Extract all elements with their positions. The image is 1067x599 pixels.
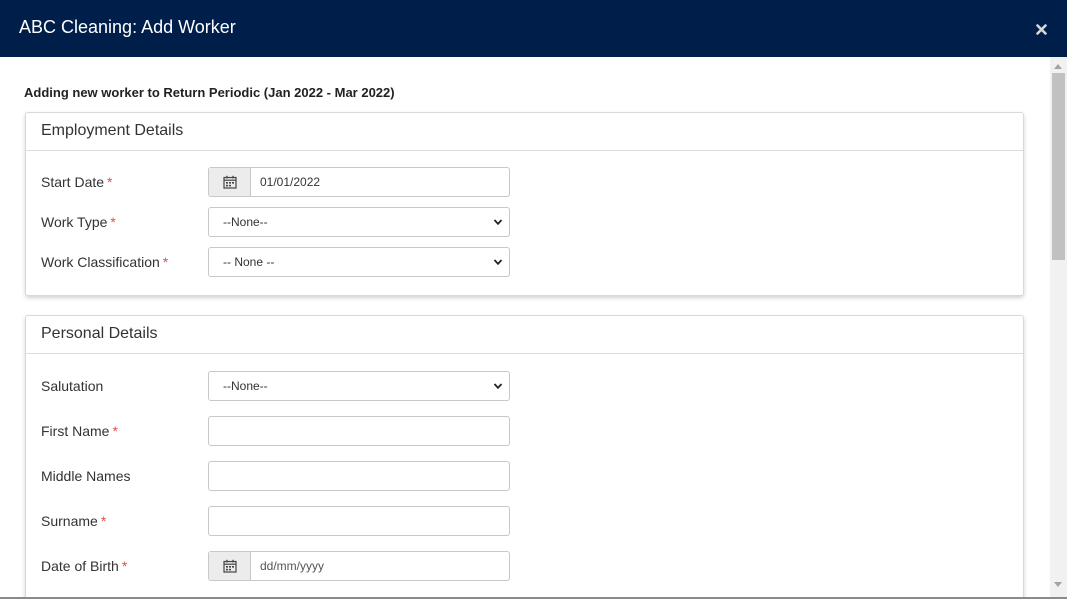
salutation-value: --None-- xyxy=(223,379,268,393)
required-marker: * xyxy=(110,214,116,230)
start-date-field[interactable]: 01/01/2022 xyxy=(208,167,510,197)
middle-names-row: Middle Names xyxy=(26,461,1023,491)
vertical-scrollbar[interactable] xyxy=(1050,57,1067,597)
modal-header: ABC Cleaning: Add Worker xyxy=(0,0,1067,57)
calendar-icon xyxy=(222,559,237,573)
required-marker: * xyxy=(107,174,113,190)
first-name-input[interactable] xyxy=(208,416,510,446)
middle-names-label: Middle Names xyxy=(41,468,131,484)
date-of-birth-row: Date of Birth * dd/mm/yyyy xyxy=(26,551,1023,581)
date-of-birth-placeholder: dd/mm/yyyy xyxy=(260,559,325,573)
start-date-row: Start Date * 01/01/2022 xyxy=(26,167,1023,197)
work-type-select[interactable]: --None-- xyxy=(208,207,510,237)
salutation-select[interactable]: --None-- xyxy=(208,371,510,401)
date-of-birth-field[interactable]: dd/mm/yyyy xyxy=(208,551,510,581)
required-marker: * xyxy=(162,254,169,270)
chevron-down-icon xyxy=(493,383,503,390)
close-icon xyxy=(1035,23,1047,35)
date-of-birth-label: Date of Birth * xyxy=(41,558,128,574)
surname-label: Surname * xyxy=(41,513,107,529)
modal-body: Adding new worker to Return Periodic (Ja… xyxy=(0,57,1050,597)
middle-names-input[interactable] xyxy=(208,461,510,491)
scroll-thumb[interactable] xyxy=(1052,73,1065,260)
chevron-down-icon xyxy=(493,259,503,266)
first-name-label: First Name * xyxy=(41,423,118,439)
salutation-row: Salutation --None-- xyxy=(26,371,1023,401)
work-type-row: Work Type * --None-- xyxy=(26,207,1023,237)
intro-text: Adding new worker to Return Periodic (Ja… xyxy=(24,85,395,100)
start-date-label: Start Date * xyxy=(41,174,113,190)
personal-details-heading: Personal Details xyxy=(26,316,1023,354)
surname-input[interactable] xyxy=(208,506,510,536)
required-marker: * xyxy=(100,513,107,529)
work-classification-row: Work Classification * -- None -- xyxy=(26,247,1023,277)
start-date-value: 01/01/2022 xyxy=(260,175,321,189)
scroll-up-arrow-icon[interactable] xyxy=(1054,64,1062,69)
surname-row: Surname * xyxy=(26,506,1023,536)
chevron-down-icon xyxy=(493,219,503,226)
scroll-down-arrow-icon[interactable] xyxy=(1054,582,1062,587)
modal-title: ABC Cleaning: Add Worker xyxy=(19,17,236,37)
first-name-row: First Name * xyxy=(26,416,1023,446)
personal-details-card: Personal Details Salutation --None-- Fir… xyxy=(25,315,1024,597)
date-of-birth-calendar-button[interactable] xyxy=(209,552,251,580)
calendar-icon xyxy=(222,175,237,189)
close-button[interactable] xyxy=(1030,18,1052,40)
required-marker: * xyxy=(121,558,128,574)
work-type-label: Work Type * xyxy=(41,214,116,230)
employment-details-heading: Employment Details xyxy=(26,113,1023,151)
work-type-value: --None-- xyxy=(223,215,268,229)
work-classification-value: -- None -- xyxy=(223,255,275,269)
employment-details-card: Employment Details Start Date * 01/01/20… xyxy=(25,112,1024,296)
work-classification-select[interactable]: -- None -- xyxy=(208,247,510,277)
salutation-label: Salutation xyxy=(41,378,104,394)
required-marker: * xyxy=(112,423,118,439)
work-classification-label: Work Classification * xyxy=(41,254,169,270)
start-date-calendar-button[interactable] xyxy=(209,168,251,196)
